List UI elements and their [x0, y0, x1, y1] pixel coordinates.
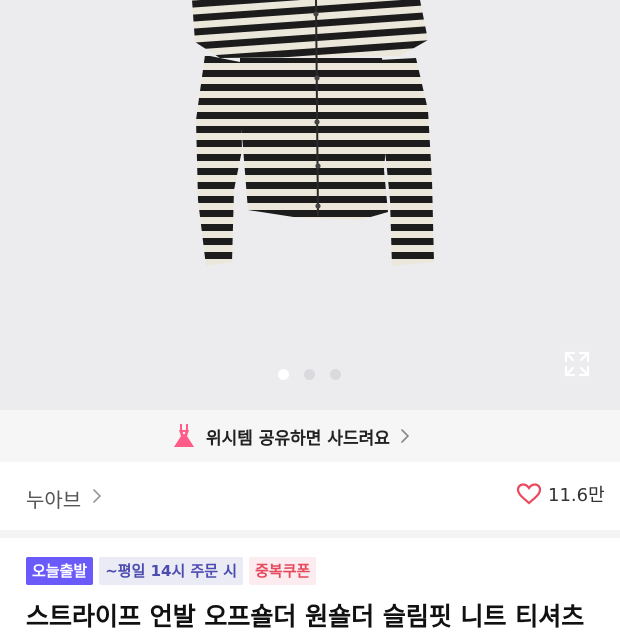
- product-tags: 오늘출발 ~평일 14시 주문 시 중복쿠폰: [26, 557, 317, 585]
- product-image: [192, 0, 434, 266]
- brand-row: 누아브 11.6만: [0, 462, 620, 530]
- expand-icon[interactable]: [562, 349, 592, 379]
- product-image-carousel[interactable]: [0, 0, 620, 410]
- like-count: 11.6만: [548, 485, 605, 506]
- heart-icon: [516, 483, 542, 505]
- chevron-right-icon: [401, 429, 410, 443]
- order-cutoff-badge: ~평일 14시 주문 시: [99, 557, 244, 585]
- carousel-indicators: [0, 369, 620, 381]
- like-button[interactable]: 11.6만: [516, 481, 605, 507]
- section-divider: [0, 530, 620, 538]
- dress-icon: [174, 424, 194, 447]
- carousel-dot-2[interactable]: [304, 369, 315, 380]
- today-delivery-badge: 오늘출발: [26, 557, 94, 585]
- carousel-dot-3[interactable]: [330, 369, 341, 380]
- banner-text: 위시템 공유하면 사드려요: [206, 428, 390, 449]
- carousel-dot-1[interactable]: [278, 369, 289, 380]
- duplicate-coupon-badge: 중복쿠폰: [249, 557, 317, 585]
- chevron-right-icon[interactable]: [92, 488, 102, 504]
- brand-name-link[interactable]: 누아브: [26, 484, 81, 513]
- product-title: 스트라이프 언발 오프숄더 원숄더 슬림핏 니트 티셔츠: [26, 602, 585, 631]
- wishitem-share-banner[interactable]: 위시템 공유하면 사드려요: [0, 410, 620, 462]
